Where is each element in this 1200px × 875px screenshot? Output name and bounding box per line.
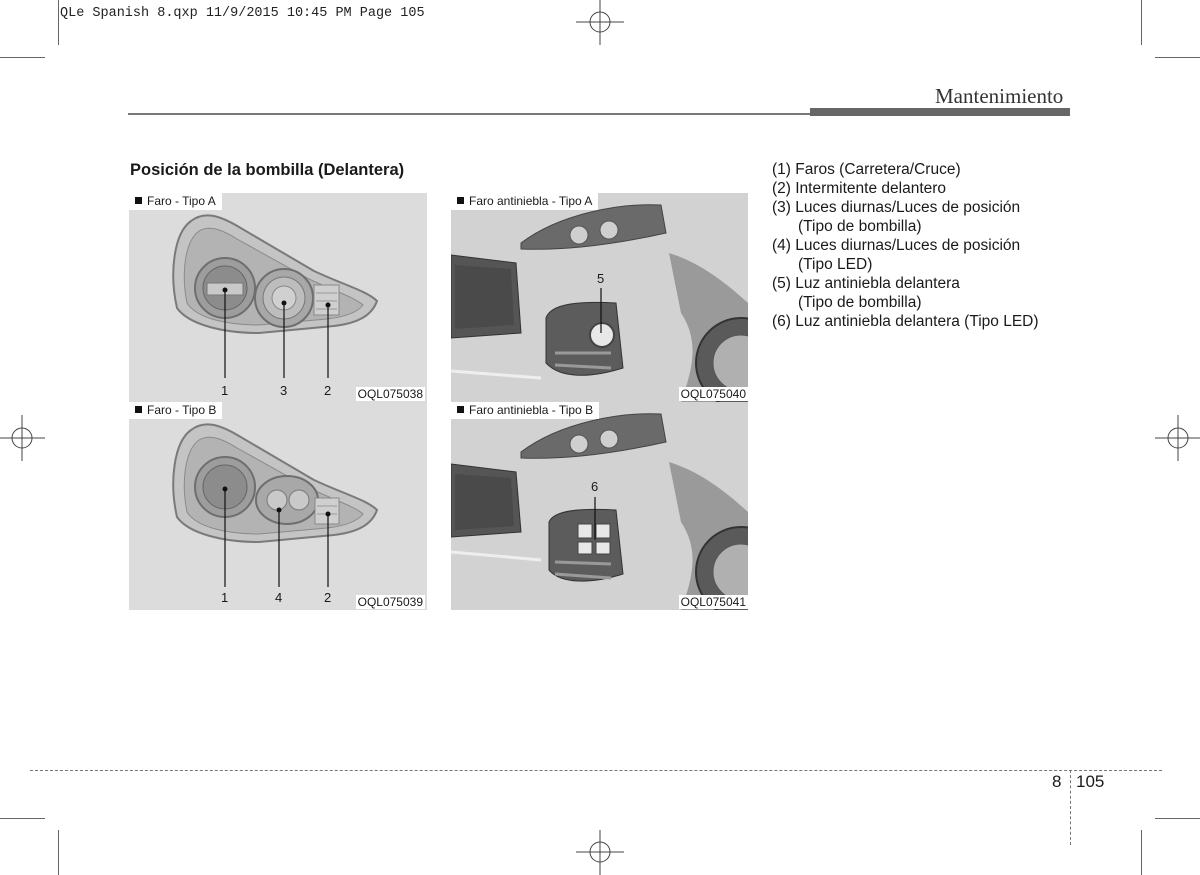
panel-label: Faro - Tipo A bbox=[129, 193, 222, 210]
callout-number: 5 bbox=[597, 271, 605, 286]
callout-number: 2 bbox=[324, 383, 332, 398]
legend-item-continuation: (Tipo LED) bbox=[798, 256, 873, 273]
page-number: 105 bbox=[1076, 772, 1105, 791]
figure-headlamp-type-a: Faro - Tipo A 1 3 2 OQL075038 bbox=[129, 193, 427, 402]
crop-mark bbox=[1141, 0, 1142, 45]
panel-label: Faro antiniebla - Tipo A bbox=[451, 193, 599, 210]
crop-mark bbox=[58, 0, 59, 45]
crop-mark bbox=[1155, 57, 1200, 58]
figure-code: OQL075039 bbox=[355, 595, 425, 609]
crop-mark bbox=[58, 830, 59, 875]
chapter-number: 8 bbox=[1052, 772, 1062, 791]
callout-number: 3 bbox=[280, 383, 288, 398]
bulb-legend: (1) Faros (Carretera/Cruce) (2) Intermit… bbox=[772, 160, 1039, 331]
figure-headlamp-type-b: Faro - Tipo B 1 4 2 OQL075039 bbox=[129, 402, 427, 610]
panel-label: Faro antiniebla - Tipo B bbox=[451, 402, 600, 419]
legend-item-continuation: (Tipo de bombilla) bbox=[798, 218, 922, 235]
legend-item: (6) Luz antiniebla delantera (Tipo LED) bbox=[772, 313, 1039, 330]
footer-divider bbox=[1070, 770, 1071, 845]
figure-code: OQL075040 bbox=[678, 387, 748, 401]
registration-mark-left bbox=[0, 415, 45, 461]
headlamp-type-a-illustration bbox=[172, 214, 379, 378]
figure-fog-lamp-type-a: Faro antiniebla - Tipo A 5 OQL075040 bbox=[451, 193, 748, 402]
crop-mark bbox=[0, 818, 45, 819]
crop-mark bbox=[1141, 830, 1142, 875]
callout-number: 6 bbox=[591, 479, 599, 494]
registration-mark-top bbox=[576, 0, 624, 45]
legend-item-continuation: (Tipo de bombilla) bbox=[798, 294, 922, 311]
legend-item: (1) Faros (Carretera/Cruce) bbox=[772, 161, 961, 178]
callout-number: 1 bbox=[221, 590, 229, 605]
footer-rule bbox=[30, 770, 1162, 771]
figure-code: OQL075041 bbox=[678, 595, 748, 609]
fog-lamp-type-b-illustration bbox=[451, 402, 748, 610]
legend-item: (4) Luces diurnas/Luces de posición bbox=[772, 237, 1021, 254]
callout-number: 2 bbox=[324, 590, 332, 605]
legend-item: (2) Intermitente delantero bbox=[772, 180, 947, 197]
figure-code: OQL075038 bbox=[355, 387, 425, 401]
panel-label: Faro - Tipo B bbox=[129, 402, 223, 419]
crop-mark bbox=[0, 57, 45, 58]
fog-lamp-type-a-illustration bbox=[451, 193, 748, 402]
headlamp-type-b-illustration bbox=[172, 423, 379, 587]
callout-number: 4 bbox=[275, 590, 283, 605]
registration-mark-bottom bbox=[576, 830, 624, 875]
legend-item: (3) Luces diurnas/Luces de posición bbox=[772, 199, 1021, 216]
page-heading: Posición de la bombilla (Delantera) bbox=[130, 161, 405, 179]
registration-mark-right bbox=[1155, 415, 1200, 461]
figure-fog-lamp-type-b: Faro antiniebla - Tipo B 6 OQL075041 bbox=[451, 402, 748, 610]
section-title: Mantenimiento bbox=[935, 84, 1064, 108]
print-header: QLe Spanish 8.qxp 11/9/2015 10:45 PM Pag… bbox=[60, 6, 425, 21]
header-rule-accent bbox=[810, 108, 1070, 116]
legend-item: (5) Luz antiniebla delantera bbox=[772, 275, 960, 292]
callout-number: 1 bbox=[221, 383, 229, 398]
crop-mark bbox=[1155, 818, 1200, 819]
